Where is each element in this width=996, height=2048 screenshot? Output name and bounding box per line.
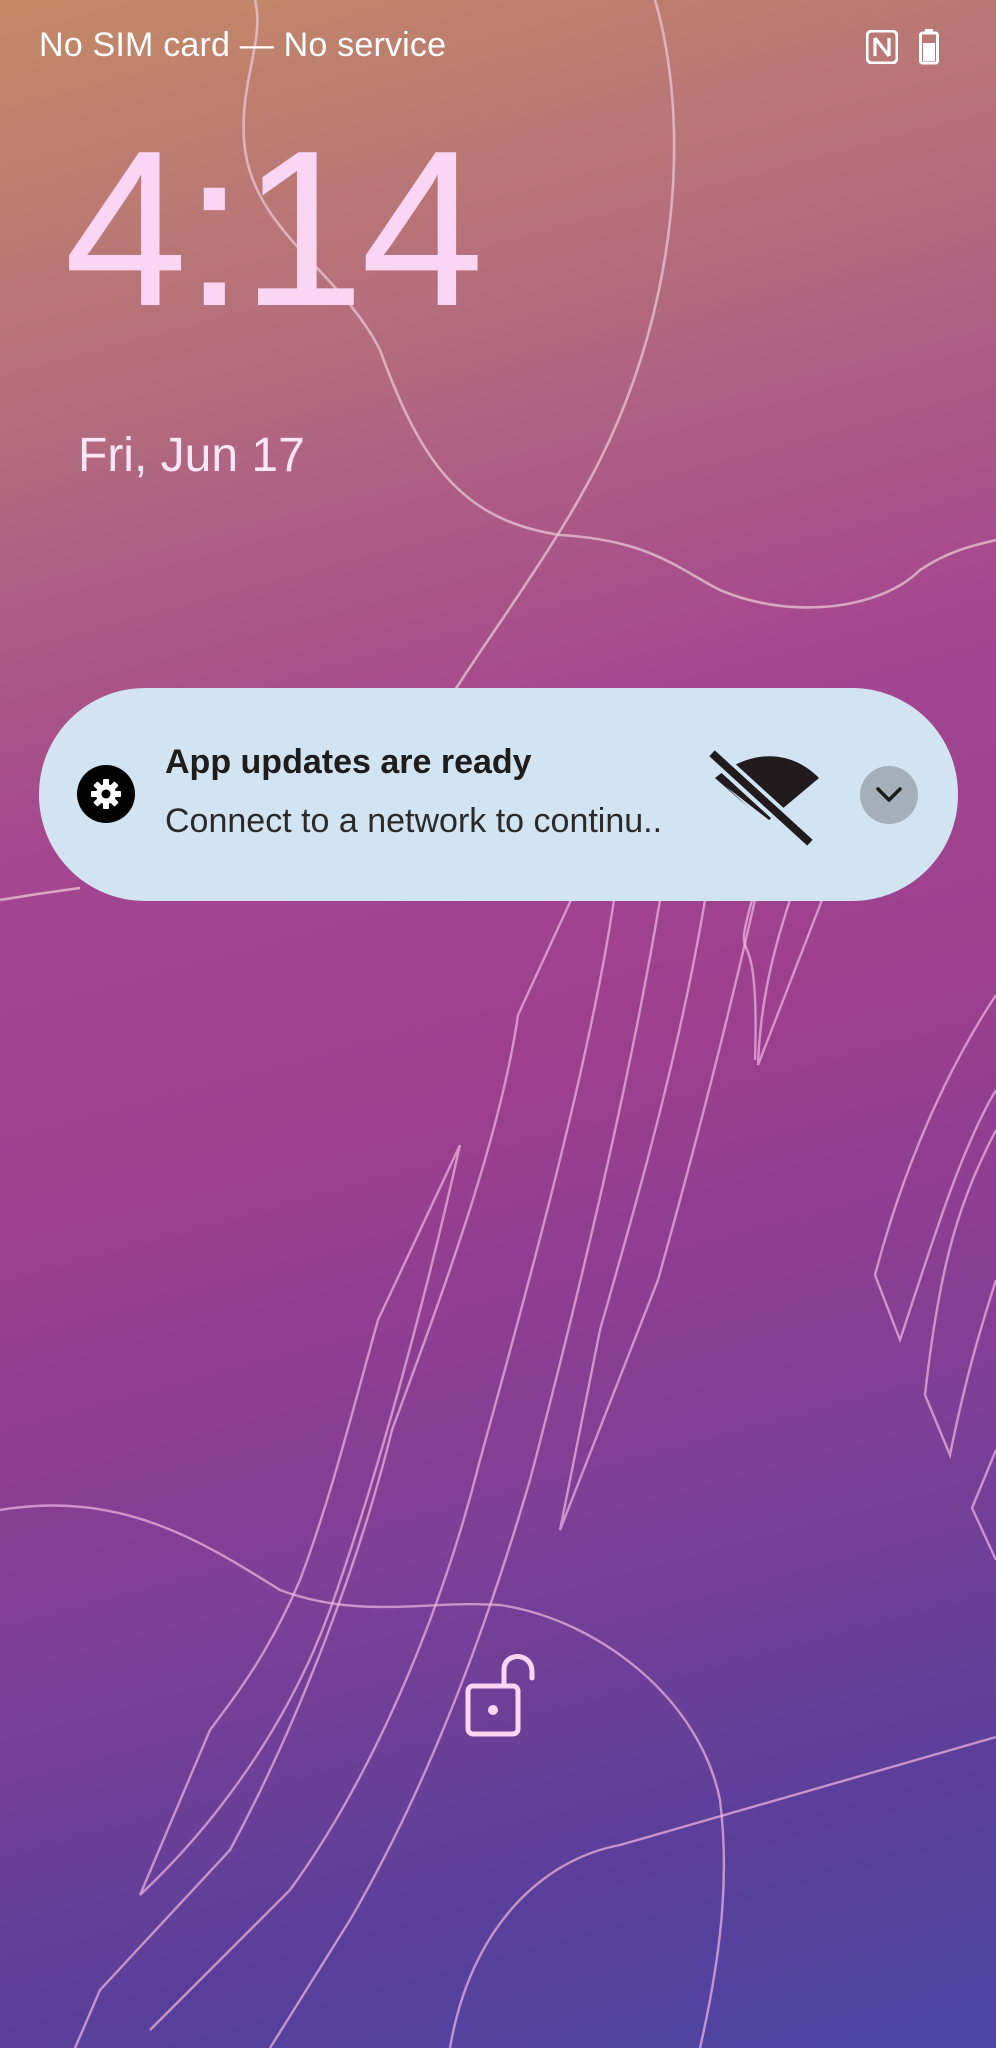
status-bar: No SIM card — No service [0,0,996,96]
battery-icon [919,29,939,65]
notification-title: App updates are ready [165,743,532,781]
notification-card[interactable]: App updates are ready Connect to a netwo… [39,688,958,901]
lockscreen-clock: 4:14 [64,105,484,353]
wifi-off-icon [709,750,819,848]
lockscreen-date: Fri, Jun 17 [78,429,305,482]
expand-notification-button[interactable] [860,766,918,824]
nfc-icon [866,30,898,64]
carrier-status-text: No SIM card — No service [39,26,447,64]
unlocked-padlock-icon[interactable] [464,1652,546,1738]
chevron-down-icon [876,787,902,802]
settings-gear-icon [77,765,135,823]
notification-text: Connect to a network to continu.. [165,802,663,840]
